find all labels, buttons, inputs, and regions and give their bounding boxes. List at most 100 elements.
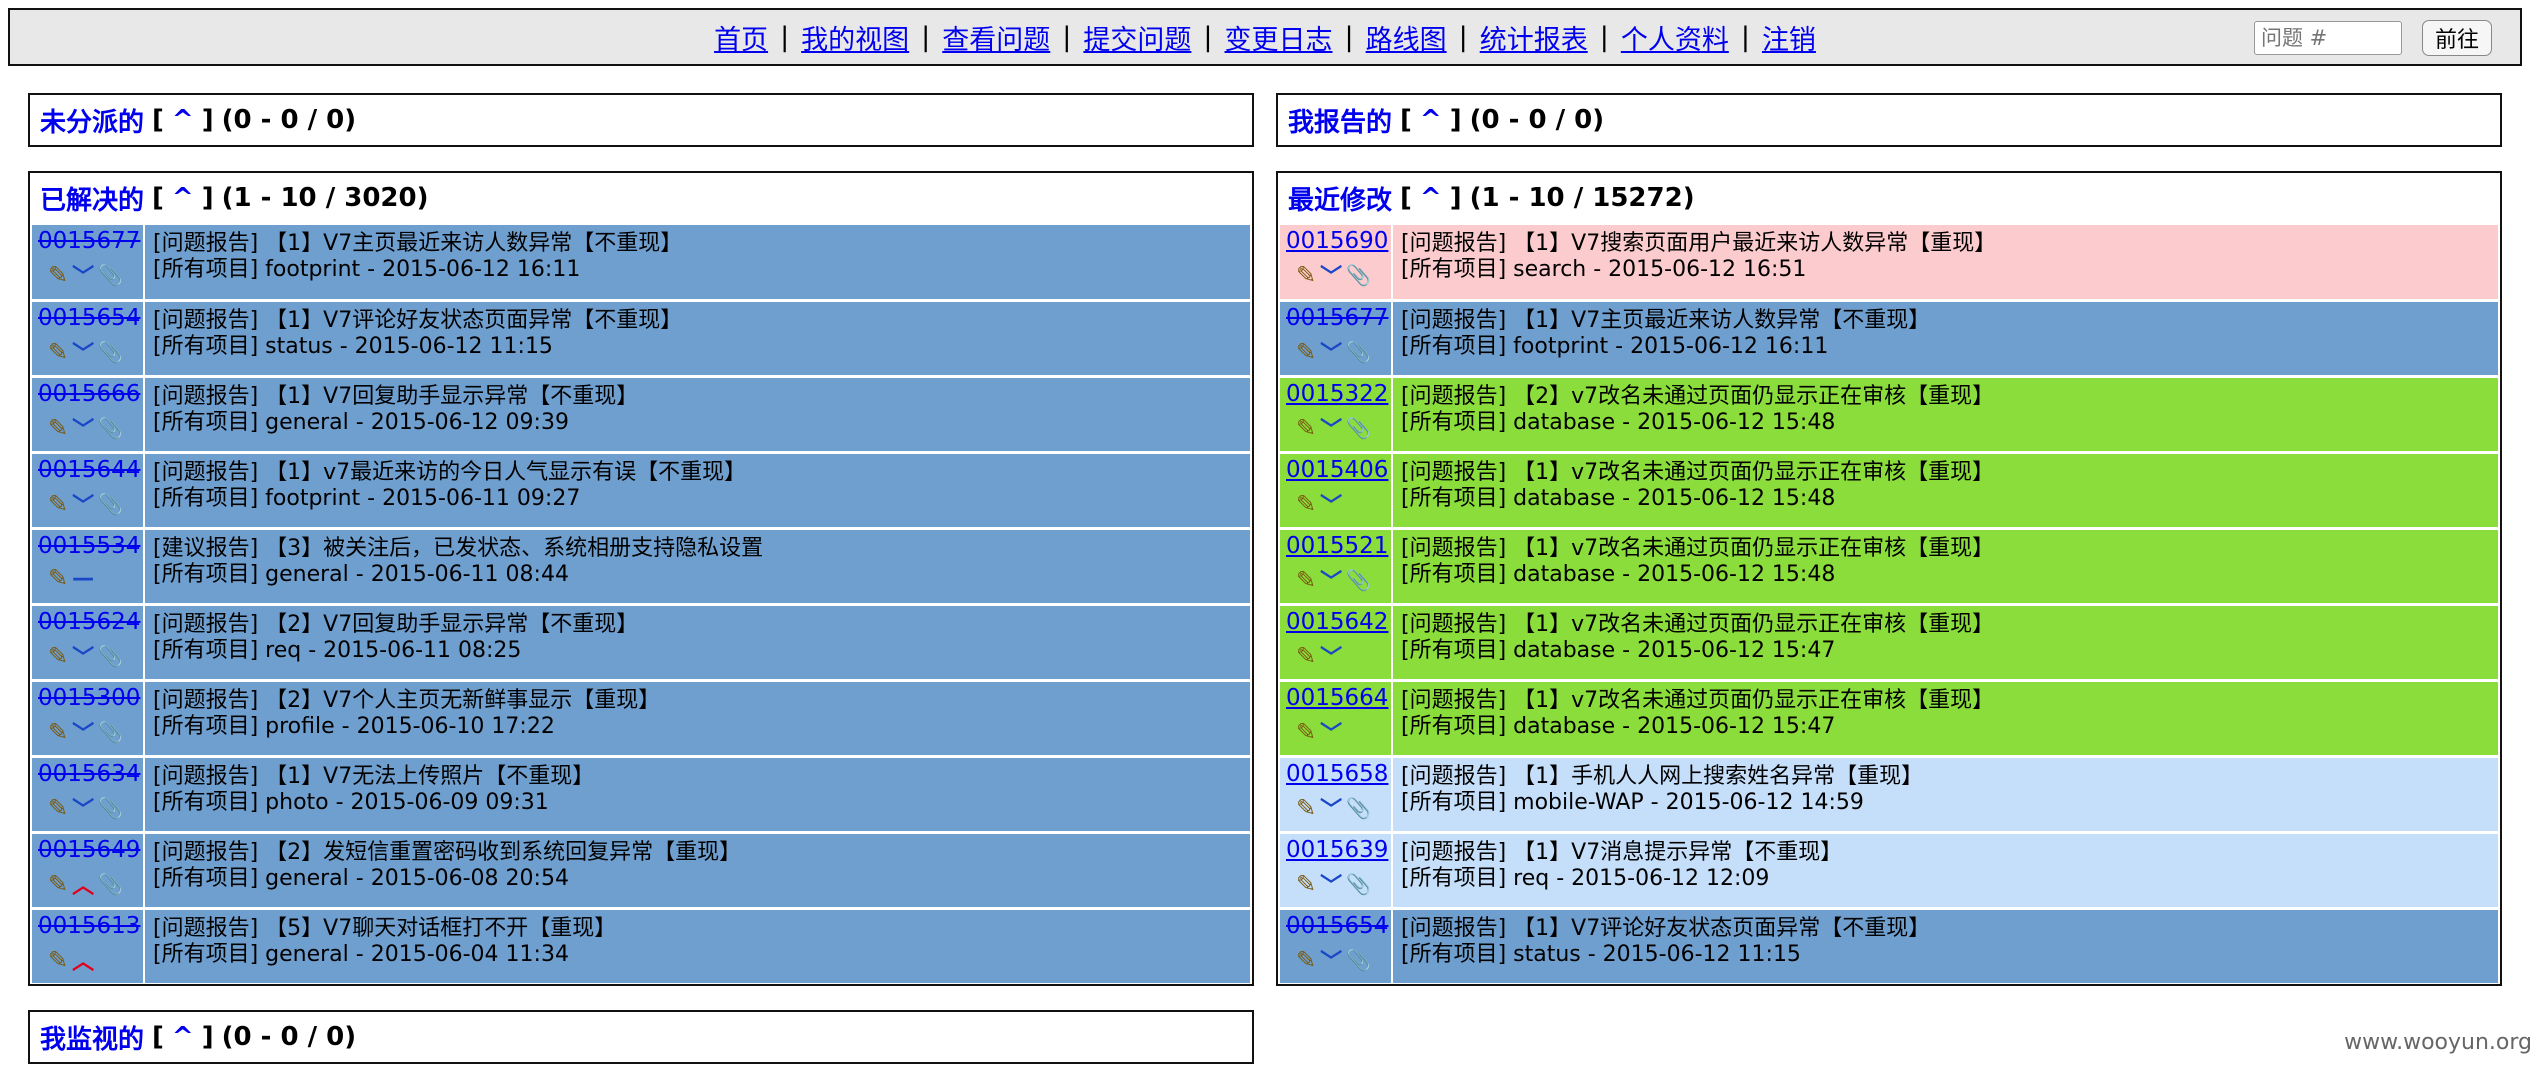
issue-id-link[interactable]: 0015613 [38,914,143,939]
issue-summary: [问题报告] 【2】V7回复助手显示异常【不重现】 [153,612,639,637]
issue-id-link[interactable]: 0015654 [1286,914,1391,939]
issue-project-date: [所有项目] database - 2015-06-12 15:48 [1401,410,1836,435]
issue-project-date: [所有项目] database - 2015-06-12 15:48 [1401,562,1836,587]
issue-id-link[interactable]: 0015521 [1286,534,1391,559]
issue-id-cell: 0015658 ✎ ﹀ 📎 [1280,758,1393,831]
recent-title-link[interactable]: 最近修改 [1288,180,1392,217]
issue-id-link[interactable]: 0015649 [38,838,143,863]
pencil-icon[interactable]: ✎ [1296,338,1316,366]
pencil-icon[interactable]: ✎ [48,414,68,442]
pencil-icon[interactable]: ✎ [1296,794,1316,822]
jump-up-link[interactable]: ^ [1420,105,1442,135]
pencil-icon[interactable]: ✎ [48,642,68,670]
issue-id-link[interactable]: 0015644 [38,458,143,483]
nav-separator: | [1203,21,1213,53]
resolved-title-link[interactable]: 已解决的 [40,180,144,217]
nav-summary-link[interactable]: 统计报表 [1480,18,1588,57]
pencil-icon[interactable]: ✎ [1296,870,1316,898]
issue-id-link[interactable]: 0015677 [38,229,143,254]
issue-id-link[interactable]: 0015642 [1286,610,1391,635]
nav-view-issues-link[interactable]: 查看问题 [942,18,1050,57]
resolved-box: 已解决的 [ ^ ] (1 - 10 / 3020) 0015677 ✎ ﹀ 📎 [问题… [28,171,1254,986]
nav-changelog-link[interactable]: 变更日志 [1225,18,1333,57]
nav-logout-link[interactable]: 注销 [1762,18,1816,57]
issue-id-cell: 0015322 ✎ ﹀ 📎 [1280,378,1393,451]
issue-summary: [问题报告] 【1】v7改名未通过页面仍显示正在审核【重现】 [1401,536,1995,561]
jump-up-link[interactable]: ^ [1420,183,1442,213]
issue-id-link[interactable]: 0015666 [38,382,143,407]
chevron-down-icon: ﹀ [1320,950,1343,975]
pencil-icon[interactable]: ✎ [1296,946,1316,974]
jump-up-link[interactable]: ^ [172,183,194,213]
pencil-icon[interactable]: ✎ [1296,414,1316,442]
pencil-icon[interactable]: ✎ [1296,566,1316,594]
nav-separator: | [1344,21,1354,53]
issue-summary-cell: [问题报告] 【1】v7改名未通过页面仍显示正在审核【重现】 [所有项目] dat… [1393,606,1994,679]
issue-number-input[interactable] [2253,21,2402,55]
nav-home-link[interactable]: 首页 [714,18,768,57]
issue-id-link[interactable]: 0015406 [1286,458,1391,483]
pencil-icon[interactable]: ✎ [48,261,68,289]
issue-id-link[interactable]: 0015654 [38,306,143,331]
issue-id-link[interactable]: 0015677 [1286,306,1391,331]
pencil-icon[interactable]: ✎ [48,490,68,518]
issue-id-link[interactable]: 0015658 [1286,762,1391,787]
issue-summary: [问题报告] 【1】V7评论好友状态页面异常【不重现】 [1401,916,1931,941]
issue-id-link[interactable]: 0015300 [38,686,143,711]
pencil-icon[interactable]: ✎ [1296,642,1316,670]
issue-summary: [问题报告] 【2】v7改名未通过页面仍显示正在审核【重现】 [1401,384,1995,409]
range-count: (1 - 10 / 3020) [221,183,429,213]
issue-id-link[interactable]: 0015322 [1286,382,1391,407]
issue-summary-cell: [问题报告] 【1】V7搜索页面用户最近来访人数异常【重现】 [所有项目] sea… [1393,225,1996,299]
nav-my-view-link[interactable]: 我的视图 [801,18,909,57]
bracket-close: ] [1449,183,1462,213]
issue-summary: [问题报告] 【5】V7聊天对话框打不开【重现】 [153,916,617,941]
jump-up-link[interactable]: ^ [172,105,194,135]
pencil-icon[interactable]: ✎ [48,338,68,366]
issue-project-date: [所有项目] database - 2015-06-12 15:47 [1401,714,1836,739]
issue-summary: [问题报告] 【1】V7主页最近来访人数异常【不重现】 [153,231,683,256]
issue-summary: [问题报告] 【1】v7改名未通过页面仍显示正在审核【重现】 [1401,688,1995,713]
bracket-close: ] [201,105,214,135]
box-header: 我报告的 [ ^ ] (0 - 0 / 0) [1278,95,2500,145]
pencil-icon[interactable]: ✎ [48,870,68,898]
issue-summary-cell: [问题报告] 【1】V7主页最近来访人数异常【不重现】 [所有项目] footpr… [1393,302,1930,375]
pencil-icon[interactable]: ✎ [48,718,68,746]
nav-report-issue-link[interactable]: 提交问题 [1083,18,1191,57]
pencil-icon[interactable]: ✎ [48,946,68,974]
issue-id-link[interactable]: 0015534 [38,534,143,559]
issue-row: 0015322 ✎ ﹀ 📎 [问题报告] 【2】v7改名未通过页面仍显示正在审核【重现】… [1280,375,2498,451]
pencil-icon[interactable]: ✎ [48,794,68,822]
nav-my-account-link[interactable]: 个人资料 [1621,18,1729,57]
issue-id-link[interactable]: 0015639 [1286,838,1391,863]
nav-roadmap-link[interactable]: 路线图 [1366,18,1447,57]
issue-icons: ✎ ﹀ [1296,640,1342,671]
issue-summary-cell: [问题报告] 【1】V7主页最近来访人数异常【不重现】 [所有项目] footpr… [145,225,682,299]
chevron-down-icon: ﹀ [72,646,95,671]
recent-issue-list: 0015690 ✎ ﹀ 📎 [问题报告] 【1】V7搜索页面用户最近来访人数异常【重现】… [1280,225,2498,983]
issue-icons: ✎ ﹀ 📎 [48,259,123,290]
unassigned-title-link[interactable]: 未分派的 [40,102,144,139]
issue-icons: ✎ ﹀ [1296,716,1342,747]
issue-id-link[interactable]: 0015624 [38,610,143,635]
paperclip-icon: 📎 [98,720,124,744]
pencil-icon[interactable]: ✎ [48,564,68,592]
issue-row: 0015658 ✎ ﹀ 📎 [问题报告] 【1】手机人人网上搜索姓名异常【重现】 [所有项… [1280,755,2498,831]
issue-id-cell: 0015654 ✎ ﹀ 📎 [32,302,145,375]
pencil-icon[interactable]: ✎ [1296,261,1316,289]
jump-up-link[interactable]: ^ [172,1022,194,1052]
issue-id-link[interactable]: 0015634 [38,762,143,787]
pencil-icon[interactable]: ✎ [1296,490,1316,518]
issue-summary-cell: [问题报告] 【2】V7个人主页无新鲜事显示【重现】 [所有项目] profile… [145,682,660,755]
issue-project-date: [所有项目] req - 2015-06-12 12:09 [1401,866,1770,891]
issue-id-link[interactable]: 0015664 [1286,686,1391,711]
monitored-title-link[interactable]: 我监视的 [40,1019,144,1056]
jump-button[interactable]: 前往 [2421,20,2492,56]
issue-project-date: [所有项目] status - 2015-06-12 11:15 [153,334,553,359]
bracket-close: ] [1449,105,1462,135]
issue-id-cell: 0015613 ✎ ︿ [32,910,145,983]
pencil-icon[interactable]: ✎ [1296,718,1316,746]
issue-id-link[interactable]: 0015690 [1286,229,1391,254]
box-header: 我监视的 [ ^ ] (0 - 0 / 0) [30,1012,1252,1062]
reported-title-link[interactable]: 我报告的 [1288,102,1392,139]
